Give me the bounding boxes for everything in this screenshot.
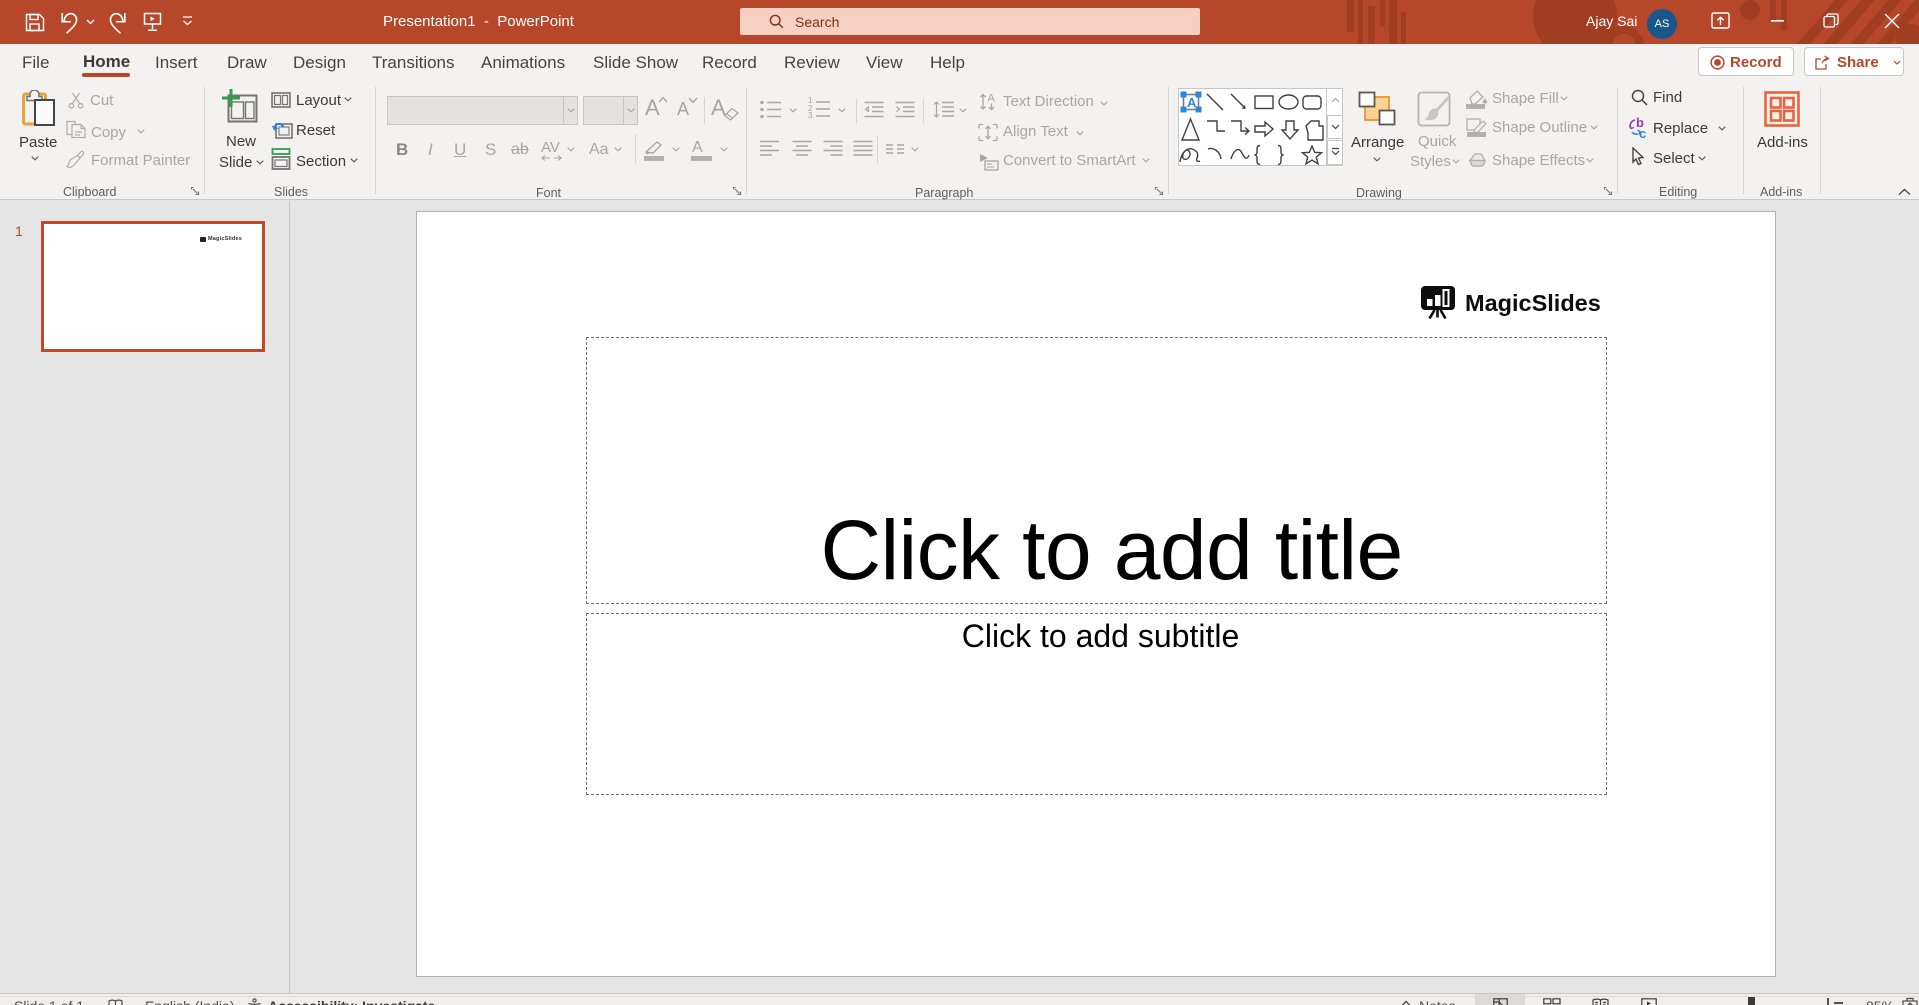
svg-text:A: A <box>988 93 996 105</box>
svg-text:A: A <box>1187 95 1197 110</box>
